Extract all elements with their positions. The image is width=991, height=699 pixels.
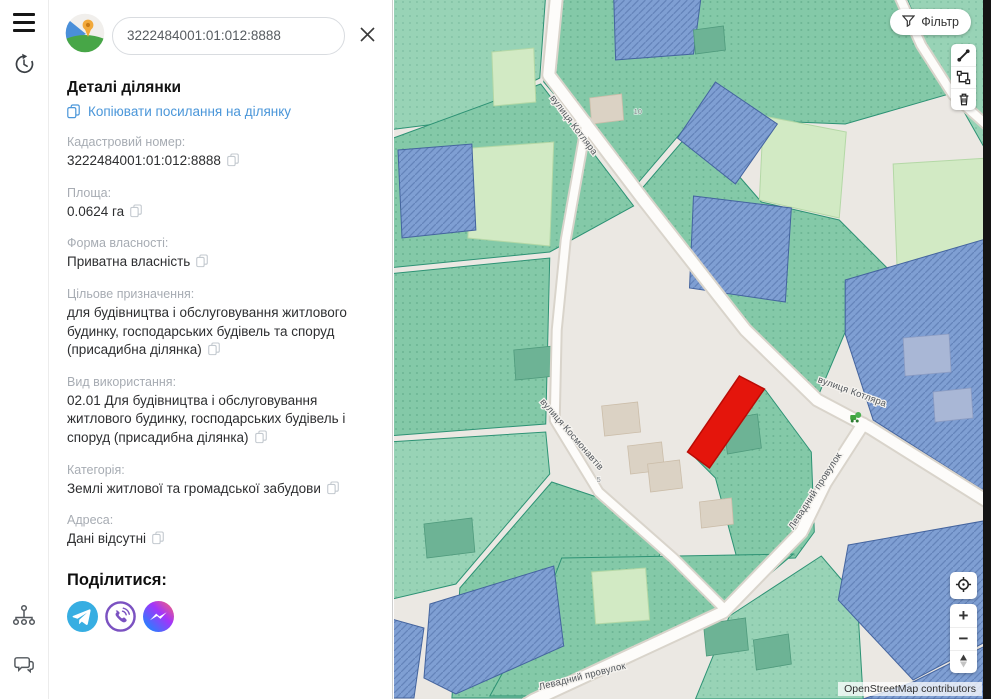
- copy-value-icon[interactable]: [254, 430, 267, 450]
- map-canvas[interactable]: 10 5 вулиця Котляра вулиця Котляра вулиц…: [394, 0, 983, 699]
- field-value: Дані відсутні: [67, 531, 147, 547]
- geolocate-icon: [955, 576, 972, 596]
- svg-text:5: 5: [597, 475, 601, 484]
- field-value: Землі житлової та громадської забудови: [67, 480, 321, 496]
- field-label: Площа:: [67, 185, 112, 200]
- field-use-type: Вид використання: 02.01 Для будівництва …: [67, 375, 370, 450]
- copy-icon: [67, 104, 80, 122]
- draw-polygon-button[interactable]: [951, 66, 976, 88]
- copy-value-icon[interactable]: [207, 342, 220, 362]
- field-category: Категорія: Землі житлової та громадської…: [67, 463, 370, 501]
- share-title: Поділитися:: [67, 570, 167, 589]
- right-edge-strip: [983, 0, 991, 699]
- field-value: 0.0624 га: [67, 203, 125, 219]
- filter-button[interactable]: Фільтр: [890, 9, 971, 35]
- search-input[interactable]: [112, 16, 345, 55]
- filter-icon: [901, 14, 916, 30]
- share-telegram-icon[interactable]: [67, 600, 98, 637]
- zoom-controls: + −: [950, 604, 977, 673]
- copy-value-icon[interactable]: [196, 254, 209, 274]
- history-button[interactable]: [0, 44, 48, 88]
- hierarchy-button[interactable]: [0, 595, 48, 639]
- draw-toolbar: [951, 44, 976, 110]
- measure-line-button[interactable]: [951, 44, 976, 66]
- field-value: 02.01 Для будівництва і обслуговування ж…: [67, 392, 346, 445]
- compass-button[interactable]: [950, 650, 977, 673]
- field-label: Форма власності:: [67, 236, 169, 251]
- field-purpose: Цільове призначення: для будівництва і о…: [67, 287, 370, 362]
- parcel-details-panel: Деталі ділянки Копіювати посилання на ді…: [48, 0, 393, 699]
- field-ownership: Форма власності: Приватна власність: [67, 236, 370, 274]
- panel-title: Деталі ділянки: [67, 79, 182, 96]
- copy-value-icon[interactable]: [327, 481, 339, 501]
- left-rail: [0, 0, 49, 699]
- close-panel-button[interactable]: [354, 23, 380, 49]
- field-label: Цільове призначення:: [67, 286, 195, 301]
- chat-icon: [13, 653, 36, 681]
- share-viber-icon[interactable]: [105, 601, 136, 637]
- copy-value-icon[interactable]: [227, 153, 239, 173]
- field-label: Адреса:: [67, 513, 114, 528]
- filter-label: Фільтр: [921, 15, 959, 29]
- field-label: Категорія:: [67, 462, 125, 477]
- zoom-in-button[interactable]: +: [950, 604, 977, 627]
- geolocate-button[interactable]: [950, 572, 977, 599]
- field-value: 3222484001:01:012:8888: [67, 153, 221, 168]
- field-cadastral-number: Кадастровий номер: 3222484001:01:012:888…: [67, 135, 370, 173]
- field-area: Площа: 0.0624 га: [67, 186, 370, 224]
- svg-text:10: 10: [634, 107, 642, 116]
- copy-value-icon[interactable]: [130, 204, 143, 224]
- history-icon: [13, 53, 35, 80]
- copy-parcel-link-label: Копіювати посилання на ділянку: [88, 104, 292, 119]
- app-logo[interactable]: [65, 13, 105, 58]
- compass-icon: [957, 653, 970, 672]
- hamburger-icon: [13, 12, 35, 32]
- share-messenger-icon[interactable]: [143, 600, 174, 637]
- delete-drawing-button[interactable]: [951, 88, 976, 110]
- copy-parcel-link[interactable]: Копіювати посилання на ділянку: [67, 104, 370, 122]
- field-label: Вид використання:: [67, 374, 177, 389]
- sitemap-icon: [12, 603, 36, 632]
- chat-button[interactable]: [0, 645, 48, 689]
- field-label: Кадастровий номер:: [67, 135, 186, 149]
- field-value: Приватна власність: [67, 254, 191, 270]
- close-icon: [359, 26, 376, 46]
- map-attribution: OpenStreetMap contributors: [838, 682, 982, 696]
- map-tiles[interactable]: 10 5 вулиця Котляра вулиця Котляра вулиц…: [394, 0, 983, 699]
- menu-button[interactable]: [0, 0, 48, 44]
- zoom-out-button[interactable]: −: [950, 627, 977, 650]
- field-address: Адреса: Дані відсутні: [67, 513, 370, 551]
- copy-value-icon[interactable]: [152, 531, 164, 551]
